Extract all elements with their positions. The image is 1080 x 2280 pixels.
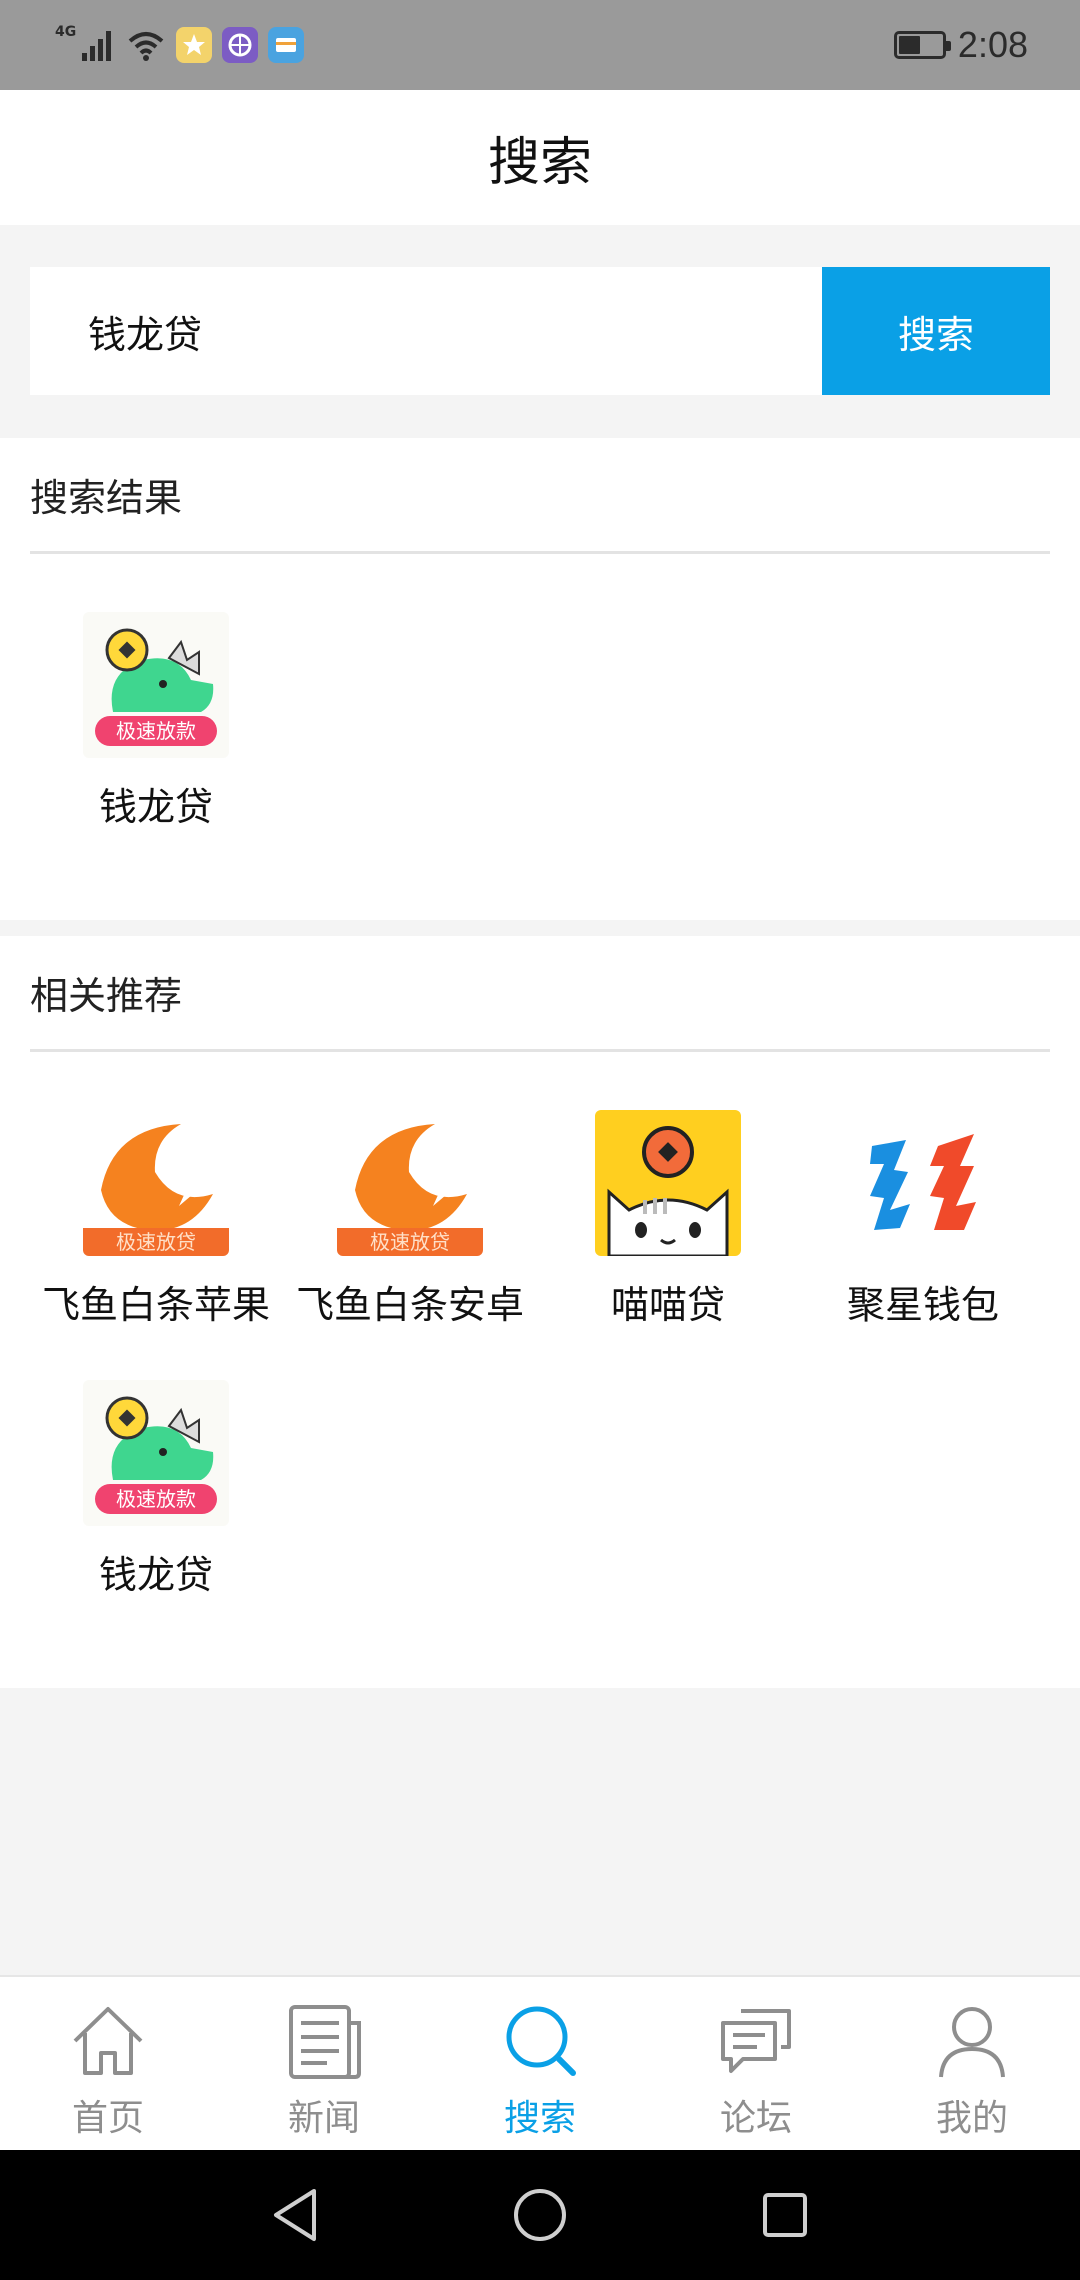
nav-forum[interactable]: 论坛 xyxy=(648,1977,864,2150)
nav-profile[interactable]: 我的 xyxy=(864,1977,1080,2150)
battery-icon xyxy=(893,31,951,59)
cat-loan-icon xyxy=(595,1110,741,1256)
search-results-section: 搜索结果 极速放款 钱龙贷 xyxy=(0,438,1080,920)
section-title: 相关推荐 xyxy=(30,974,183,1018)
flying-fish-icon: 极速放贷 xyxy=(83,1110,229,1256)
app-item-qianlongdai[interactable]: 极速放款 钱龙贷 xyxy=(28,1380,284,1599)
app-name: 聚星钱包 xyxy=(846,1283,999,1327)
profile-icon xyxy=(939,2007,1005,2078)
nav-home[interactable]: 首页 xyxy=(0,1977,216,2150)
app-badge: 极速放贷 xyxy=(370,1230,450,1254)
flying-fish-icon: 极速放贷 xyxy=(337,1110,483,1256)
search-input[interactable] xyxy=(30,267,822,395)
home-icon xyxy=(73,2007,143,2075)
search-button[interactable]: 搜索 xyxy=(822,267,1050,395)
status-left: 4G xyxy=(55,20,305,70)
app-name: 喵喵贷 xyxy=(610,1283,725,1327)
nav-label: 搜索 xyxy=(503,2098,576,2139)
app-name: 飞鱼白条苹果 xyxy=(41,1283,270,1327)
star-app-icon xyxy=(176,27,213,63)
page-title: 搜索 xyxy=(487,133,592,193)
status-right: 2:08 xyxy=(893,22,1028,68)
status-bar: 4G 2:08 xyxy=(0,0,1080,90)
battery-level xyxy=(898,36,920,54)
title-bar: 搜索 xyxy=(0,90,1080,225)
recents-button[interactable] xyxy=(755,2185,815,2245)
nav-search[interactable]: 搜索 xyxy=(432,1977,648,2150)
search-bar: 搜索 xyxy=(30,267,1050,395)
recommend-section: 相关推荐 极速放贷 飞鱼白条苹果 极速放贷 飞鱼白条安卓 喵喵贷 聚星钱包 极速… xyxy=(0,936,1080,1688)
nav-news[interactable]: 新闻 xyxy=(216,1977,432,2150)
app-name: 钱龙贷 xyxy=(98,785,213,829)
nav-label: 首页 xyxy=(71,2098,144,2139)
card-app-icon xyxy=(268,27,305,63)
section-header: 搜索结果 xyxy=(30,438,1050,554)
dragon-loan-icon: 极速放款 xyxy=(83,612,229,758)
bottom-nav: 首页 新闻 搜索 论坛 我的 xyxy=(0,1975,1080,2150)
app-item-juxing-wallet[interactable]: 聚星钱包 xyxy=(795,1110,1051,1329)
forum-icon xyxy=(721,2009,791,2073)
section-header: 相关推荐 xyxy=(30,936,1050,1052)
back-button[interactable] xyxy=(265,2185,325,2245)
back-triangle-icon xyxy=(274,2189,316,2241)
nav-label: 论坛 xyxy=(719,2098,792,2139)
news-icon xyxy=(289,2005,361,2079)
app-badge: 极速放款 xyxy=(116,1487,196,1511)
section-title: 搜索结果 xyxy=(30,476,183,520)
app-item-feiyu-apple[interactable]: 极速放贷 飞鱼白条苹果 xyxy=(28,1110,284,1329)
app-name: 飞鱼白条安卓 xyxy=(295,1283,524,1327)
system-nav-bar xyxy=(0,2150,1080,2280)
globe-app-icon xyxy=(222,27,259,63)
signal-icon xyxy=(82,31,112,61)
home-circle-icon xyxy=(514,2189,566,2241)
network-type: 4G xyxy=(55,24,77,40)
app-name: 钱龙贷 xyxy=(98,1553,213,1597)
app-badge: 极速放贷 xyxy=(116,1230,196,1254)
app-badge: 极速放款 xyxy=(116,719,196,743)
recents-square-icon xyxy=(763,2193,807,2237)
nav-label: 新闻 xyxy=(287,2098,360,2139)
dragon-loan-icon: 极速放款 xyxy=(83,1380,229,1526)
clock: 2:08 xyxy=(957,24,1028,65)
nav-label: 我的 xyxy=(935,2098,1008,2139)
star-wallet-icon xyxy=(850,1110,996,1256)
app-item-miaomiaodai[interactable]: 喵喵贷 xyxy=(540,1110,796,1329)
app-item-qianlongdai[interactable]: 极速放款 钱龙贷 xyxy=(28,612,284,831)
app-item-feiyu-android[interactable]: 极速放贷 飞鱼白条安卓 xyxy=(282,1110,538,1329)
search-icon xyxy=(506,2006,576,2076)
wifi-icon xyxy=(128,32,164,61)
home-button[interactable] xyxy=(510,2185,570,2245)
